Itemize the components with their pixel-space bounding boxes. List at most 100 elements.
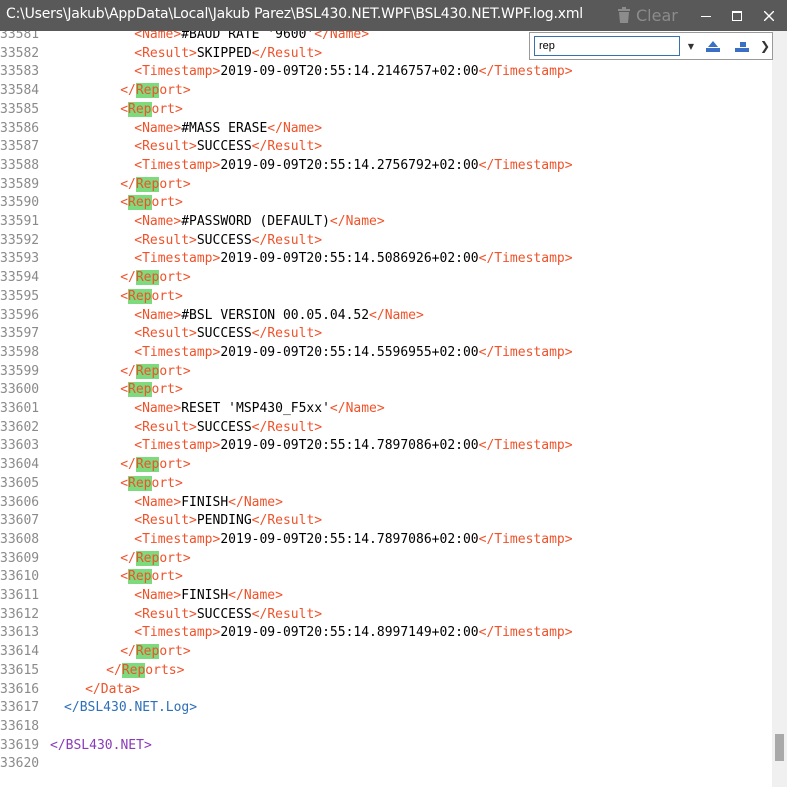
element-value: 2019-09-09T20:55:14.8997149+02:00 (220, 625, 479, 641)
line-code: </Report> (120, 643, 191, 662)
tag-name: Name (384, 307, 417, 323)
find-next-button[interactable] (731, 36, 753, 56)
line-number: 33608 (0, 531, 40, 547)
code-line: 33596 <Name>#BSL VERSION 00.05.04.52</Nam… (0, 307, 772, 326)
scrollbar-thumb[interactable] (775, 734, 784, 761)
element-value: SKIPPED (196, 45, 252, 61)
line-code: <Name>FINISH</Name> (134, 494, 283, 513)
trash-icon (618, 7, 630, 23)
element-value: SUCCESS (196, 232, 252, 248)
line-number: 33582 (0, 45, 40, 61)
tag-name: Result (142, 232, 190, 248)
close-tag: </Timestamp> (478, 531, 573, 547)
line-number: 33596 (0, 307, 40, 323)
line-code: </Report> (120, 550, 191, 569)
minimize-button[interactable] (691, 0, 721, 31)
line-code: <Name>#MASS ERASE</Name> (134, 120, 322, 139)
element-value: #PASSWORD (DEFAULT) (181, 214, 330, 229)
element-value: FINISH (181, 494, 229, 510)
close-tag: </Report> (120, 457, 191, 473)
line-code: <Result>SUCCESS</Result> (134, 325, 322, 344)
open-tag: <Timestamp> (134, 64, 221, 80)
line-number: 33600 (0, 382, 40, 398)
tag-name: Report (128, 195, 175, 211)
code-line: 33602 <Result>SUCCESS</Result> (0, 419, 772, 438)
line-code: <Name>#BSL VERSION 00.05.04.52</Name> (134, 307, 424, 326)
open-tag: <Result> (134, 232, 197, 248)
open-tag: <Result> (134, 513, 197, 529)
tag-name: Timestamp (494, 625, 565, 641)
tag-name: Result (267, 45, 315, 61)
search-options-button[interactable]: ❯ (759, 36, 771, 56)
tag-name: Result (142, 419, 190, 435)
line-number: 33590 (0, 195, 40, 211)
clear-label: Clear (636, 5, 678, 25)
tag-name: Timestamp (142, 438, 213, 454)
close-tag: </Name> (329, 214, 385, 229)
vertical-scrollbar[interactable] (772, 31, 787, 787)
tag-name: Name (243, 588, 276, 603)
line-code: <Result>SUCCESS</Result> (134, 138, 322, 157)
tag-name: Result (142, 139, 190, 155)
code-line: 33592 <Result>SUCCESS</Result> (0, 232, 772, 251)
line-code: </Report> (120, 269, 191, 288)
tag-name: BSL430.NET (65, 737, 144, 753)
open-tag: <Result> (134, 45, 197, 61)
tag-name: Timestamp (142, 531, 213, 547)
line-number: 33591 (0, 214, 40, 229)
line-number: 33609 (0, 550, 40, 566)
tag-name: Timestamp (494, 157, 565, 173)
code-line: 33590 <Report> (0, 194, 772, 213)
close-tag: </Report> (120, 83, 191, 99)
tag-name: Report (135, 270, 183, 286)
search-panel: ▼ ❯ (529, 32, 773, 60)
open-tag: <Report> (120, 288, 183, 304)
element-value: SUCCESS (196, 139, 252, 155)
search-highlight: Rep (135, 83, 160, 99)
code-editor[interactable]: 33581 <Name>#BAUD RATE '9600'</Name> 33582… (0, 31, 772, 787)
line-number: 33615 (0, 662, 40, 678)
code-line: 33589 </Report> (0, 176, 772, 195)
line-number: 33583 (0, 64, 40, 80)
code-line: 33616 </Data> (0, 681, 772, 700)
close-tag: </Report> (120, 363, 191, 379)
search-input[interactable] (534, 36, 680, 56)
tag-name: Name (142, 214, 174, 229)
open-tag: <Timestamp> (134, 625, 221, 641)
element-value: SUCCESS (196, 326, 252, 342)
search-highlight: Rep (135, 270, 160, 286)
close-tag: </Timestamp> (478, 344, 573, 360)
code-line: 33588 <Timestamp>2019-09-09T20:55:14.2756… (0, 157, 772, 176)
close-button[interactable] (754, 0, 784, 31)
code-line: 33586 <Name>#MASS ERASE</Name> (0, 120, 772, 139)
close-tag: </Timestamp> (478, 157, 573, 173)
find-previous-button[interactable] (702, 36, 724, 56)
tag-name: Report (135, 176, 183, 192)
close-tag: </Result> (251, 45, 323, 61)
tag-name: Timestamp (142, 251, 213, 267)
clear-button[interactable]: Clear (617, 4, 678, 26)
search-history-dropdown[interactable]: ▼ (684, 37, 698, 55)
line-code: </BSL430.NET.Log> (64, 699, 197, 718)
maximize-button[interactable] (722, 0, 752, 31)
open-tag: <Report> (120, 101, 183, 117)
close-tag: </Report> (120, 176, 191, 192)
close-tag: </Reports> (106, 662, 185, 678)
element-value: #MASS ERASE (181, 120, 268, 136)
line-code: <Timestamp>2019-09-09T20:55:14.8997149+0… (134, 624, 572, 643)
tag-name: Result (267, 419, 315, 435)
code-line: 33601 <Name>RESET 'MSP430_F5xx'</Name> (0, 400, 772, 419)
line-number: 33589 (0, 176, 40, 192)
line-code: <Report> (120, 288, 183, 307)
code-line: 33608 <Timestamp>2019-09-09T20:55:14.7897… (0, 531, 772, 550)
open-tag: <Result> (134, 139, 197, 155)
close-tag: </Result> (251, 419, 323, 435)
code-line: 33591 <Name>#PASSWORD (DEFAULT)</Name> (0, 213, 772, 232)
line-code: <Name>RESET 'MSP430_F5xx'</Name> (134, 400, 384, 419)
open-tag: <Report> (120, 475, 183, 491)
search-highlight: Rep (128, 288, 152, 304)
element-value: PENDING (196, 513, 252, 529)
open-tag: <Timestamp> (134, 157, 221, 173)
line-code: </Report> (120, 363, 191, 382)
window-title: C:\Users\Jakub\AppData\Local\Jakub Parez… (6, 6, 583, 22)
